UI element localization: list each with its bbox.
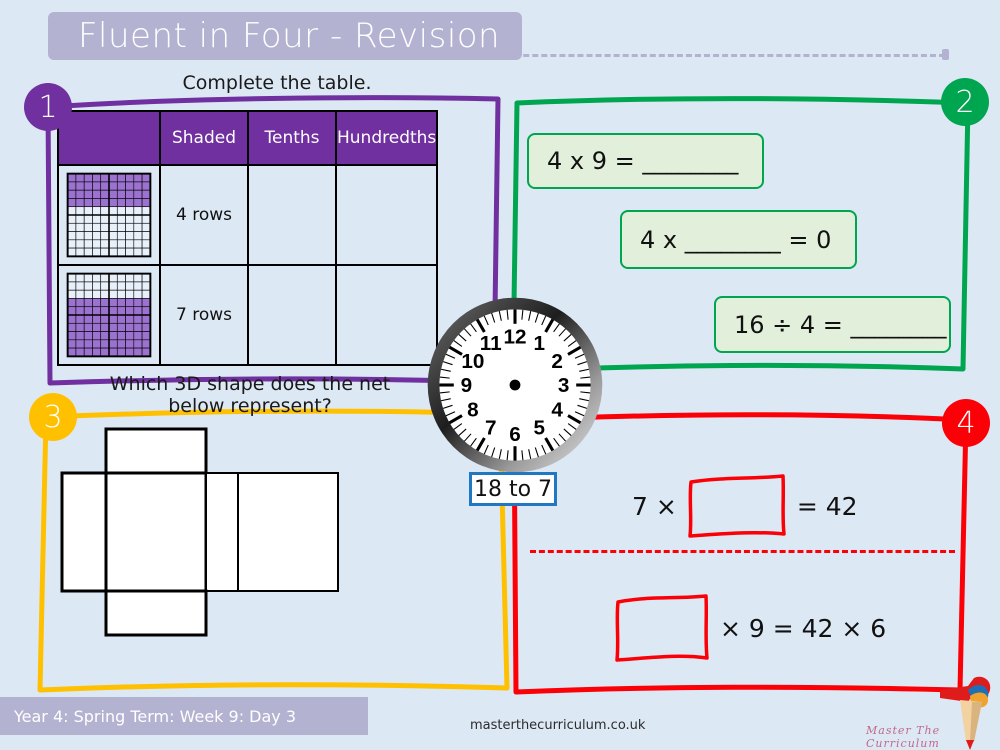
- problem1-answer-box[interactable]: [683, 470, 791, 542]
- shaded-grid-table: Shaded Tenths Hundredths 4 rows 7 rows: [57, 110, 439, 366]
- title-dash-end-dot: [942, 49, 949, 60]
- analogue-clock[interactable]: 12 1 2 3 4 5 6 7 8 9 10 11: [425, 295, 605, 480]
- hundredths-answer-row2[interactable]: [334, 264, 439, 366]
- problem1-suffix: = 42: [796, 491, 858, 521]
- pencil-logo-icon: [940, 676, 991, 750]
- section-badge-3: 3: [29, 393, 77, 441]
- clock-face[interactable]: 12 1234567891011: [425, 295, 605, 475]
- shaded-value-row2: 7 rows: [159, 264, 249, 366]
- svg-text:1: 1: [534, 332, 546, 355]
- section1-prompt: Complete the table.: [182, 72, 372, 94]
- section-badge-4: 4: [942, 399, 990, 447]
- problem2-suffix: × 9 = 42 × 6: [720, 613, 887, 643]
- table-header-grid: [57, 110, 161, 166]
- worksheet-page: Fluent in Four - Revision 1 2 3 4 Comple…: [0, 0, 1000, 750]
- section4-problem-2: × 9 = 42 × 6: [612, 590, 886, 666]
- section4-problem-1: 7 × = 42: [632, 470, 858, 542]
- grid-cell-row2: [57, 264, 161, 366]
- svg-text:8: 8: [467, 399, 479, 422]
- page-title-banner: Fluent in Four - Revision: [48, 12, 522, 60]
- clock-time-label: 18 to 7: [469, 472, 557, 506]
- hundred-square-7-rows: [66, 272, 152, 358]
- footer-lesson-banner: Year 4: Spring Term: Week 9: Day 3: [0, 697, 368, 735]
- hundredths-answer-row1[interactable]: [334, 164, 439, 266]
- svg-text:9: 9: [461, 374, 473, 397]
- title-dashed-rule: [460, 54, 945, 57]
- svg-text:4: 4: [551, 399, 563, 422]
- cuboid-net-diagram: [60, 427, 339, 637]
- hundred-square-4-rows: [66, 172, 152, 258]
- equation-box-1[interactable]: 4 x 9 = ________: [527, 133, 764, 189]
- tenths-answer-row2[interactable]: [247, 264, 337, 366]
- svg-text:12: 12: [503, 326, 526, 349]
- svg-text:2: 2: [551, 350, 563, 373]
- table-header-tenths: Tenths: [247, 110, 337, 166]
- grid-cell-row1: [57, 164, 161, 266]
- problem1-prefix: 7 ×: [632, 491, 677, 521]
- svg-text:11: 11: [480, 332, 502, 355]
- tenths-answer-row1[interactable]: [247, 164, 337, 266]
- svg-text:3: 3: [558, 374, 570, 397]
- table-header-hundredths: Hundredths: [334, 110, 439, 166]
- table-header-row: Shaded Tenths Hundredths: [57, 110, 439, 166]
- table-row: 4 rows: [57, 164, 439, 266]
- section4-divider: [530, 550, 955, 553]
- svg-text:7: 7: [485, 416, 497, 439]
- svg-text:5: 5: [534, 416, 546, 439]
- page-title: Fluent in Four - Revision: [78, 16, 501, 56]
- svg-text:6: 6: [509, 423, 521, 446]
- shaded-value-row1: 4 rows: [159, 164, 249, 266]
- section-badge-2: 2: [941, 78, 989, 126]
- problem2-answer-box[interactable]: [612, 590, 712, 666]
- section3-prompt: Which 3D shape does the net below repres…: [109, 373, 391, 417]
- table-header-shaded: Shaded: [159, 110, 249, 166]
- footer-lesson-label: Year 4: Spring Term: Week 9: Day 3: [14, 706, 297, 726]
- equation-box-3[interactable]: 16 ÷ 4 = ________: [714, 296, 951, 353]
- equation-box-2[interactable]: 4 x ________ = 0: [620, 210, 857, 269]
- section-badge-1: 1: [24, 83, 72, 131]
- footer-website: masterthecurriculum.co.uk: [470, 718, 646, 733]
- table-row: 7 rows: [57, 264, 439, 366]
